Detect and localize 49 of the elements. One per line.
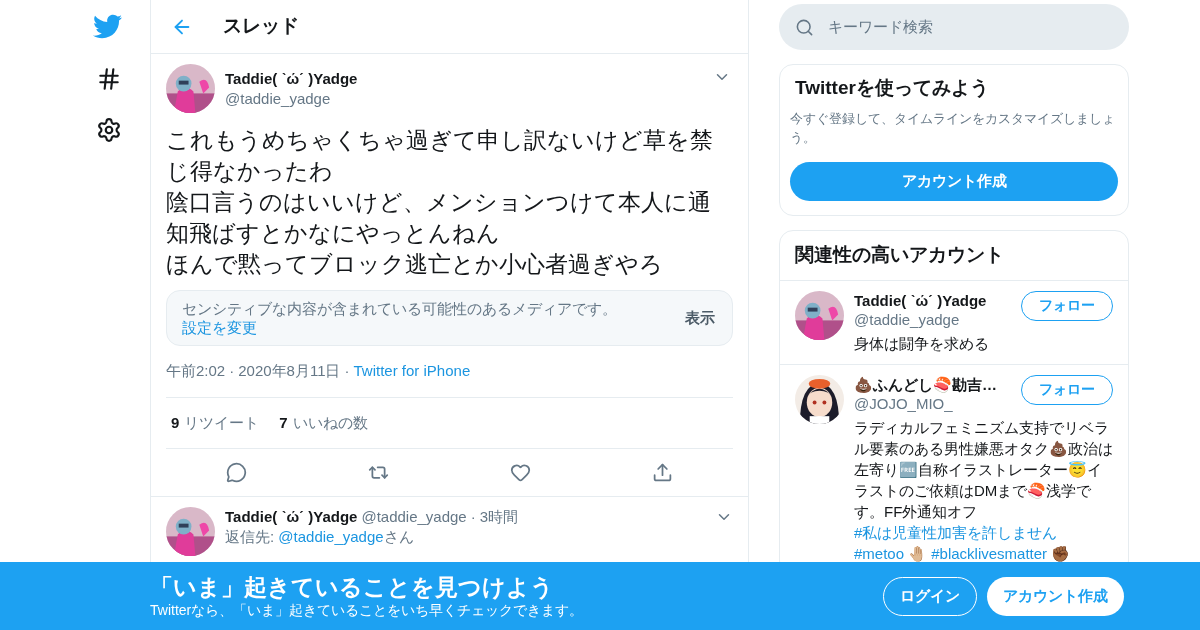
user-bio: ラディカルフェミニズム支持でリベラル要素のある男性嫌悪オタク💩政治は左寄り🆓自称イラストレーター😇イラストのご依頼はDMまで🍣浅学です。FF外通知オフ #私は児童性加害を許しません #metoo 🤚🏼 #blacklivesmatter ✊🏾: [854, 417, 1113, 564]
user-name[interactable]: 💩ふんどし🍣勘吉…: [854, 374, 1015, 394]
user-name[interactable]: Taddie( ˋώˊ )Yadge: [225, 507, 358, 527]
search-input[interactable]: キーワード検索: [828, 15, 1113, 39]
hashtag-icon[interactable]: [96, 66, 122, 92]
twitter-logo-icon[interactable]: [93, 12, 122, 41]
tweet-time: 午前2:02: [166, 361, 226, 381]
tweet-text: 陰口言うのはいいけど、メンションつけて本人に通知飛ばすとかなにやっとんねん: [166, 188, 712, 248]
show-button[interactable]: 表示: [683, 306, 717, 330]
stat-label[interactable]: リツイート: [184, 411, 260, 434]
user-name[interactable]: Taddie( ˋώˊ )Yadge: [854, 290, 1015, 310]
separator-dot: ·: [344, 361, 350, 381]
search-field[interactable]: キーワード検索: [779, 4, 1129, 50]
hashtag-link[interactable]: #私は児童性加害を許しません: [854, 523, 1058, 541]
banner-subtitle: Twitterなら、「いま」起きていることをいち早くチェックできます。: [150, 601, 585, 619]
user-handle[interactable]: @taddie_yadge: [854, 309, 1015, 329]
reply-to-text: 返信先: @taddie_yadgeさん: [225, 527, 415, 547]
tweet-date: 2020年8月11日: [238, 361, 341, 381]
hashtag-link[interactable]: #metoo: [854, 544, 905, 562]
separator-dot: ·: [229, 361, 235, 381]
user-name[interactable]: Taddie( ˋώˊ )Yadge: [225, 69, 703, 89]
user-bio: 身体は闘争を求める: [854, 333, 990, 354]
stat-count: 7: [279, 412, 288, 433]
card-description: 今すぐ登録して、タイムラインをカスタマイズしましょう。: [790, 110, 1116, 147]
separator-dot: ·: [470, 507, 476, 527]
card-title: Twitterを使ってみよう: [794, 76, 990, 100]
user-handle[interactable]: @taddie_yadge: [361, 507, 467, 527]
create-account-button[interactable]: アカウント作成: [987, 576, 1124, 616]
settings-icon[interactable]: [96, 117, 122, 143]
page-title: スレッド: [223, 14, 299, 39]
create-account-button[interactable]: アカウント作成: [790, 162, 1118, 201]
card-title: 関連性の高いアカウント: [780, 231, 1128, 281]
tweet-text: ほんで黙ってブロック逃亡とか小心者過ぎやろ: [166, 250, 664, 279]
search-icon: [795, 17, 814, 37]
user-handle[interactable]: @taddie_yadge: [225, 89, 703, 109]
tweet-text: これもうめちゃくちゃ過ぎて申し訳ないけど草を禁じ得なかったわ: [166, 126, 714, 186]
reply-time: 3時間: [479, 507, 520, 527]
share-icon[interactable]: [651, 462, 673, 483]
mention-link[interactable]: @taddie_yadge: [278, 528, 384, 545]
hashtag-link[interactable]: #blacklivesmatter: [931, 544, 1048, 562]
user-handle[interactable]: @JOJO_MIO_: [854, 393, 1015, 413]
settings-link[interactable]: 設定を変更: [182, 319, 257, 336]
stat-count: 9: [171, 412, 180, 433]
source-link[interactable]: Twitter for iPhone: [353, 360, 471, 383]
stat-label[interactable]: いいねの数: [292, 411, 368, 434]
like-icon[interactable]: [509, 462, 531, 483]
banner-title: 「いま」起きていることを見つけよう: [150, 573, 555, 601]
notice-text: センシティブな内容が含まれている可能性のあるメディアです。 設定を変更: [182, 299, 618, 337]
reply-icon[interactable]: [226, 462, 248, 483]
